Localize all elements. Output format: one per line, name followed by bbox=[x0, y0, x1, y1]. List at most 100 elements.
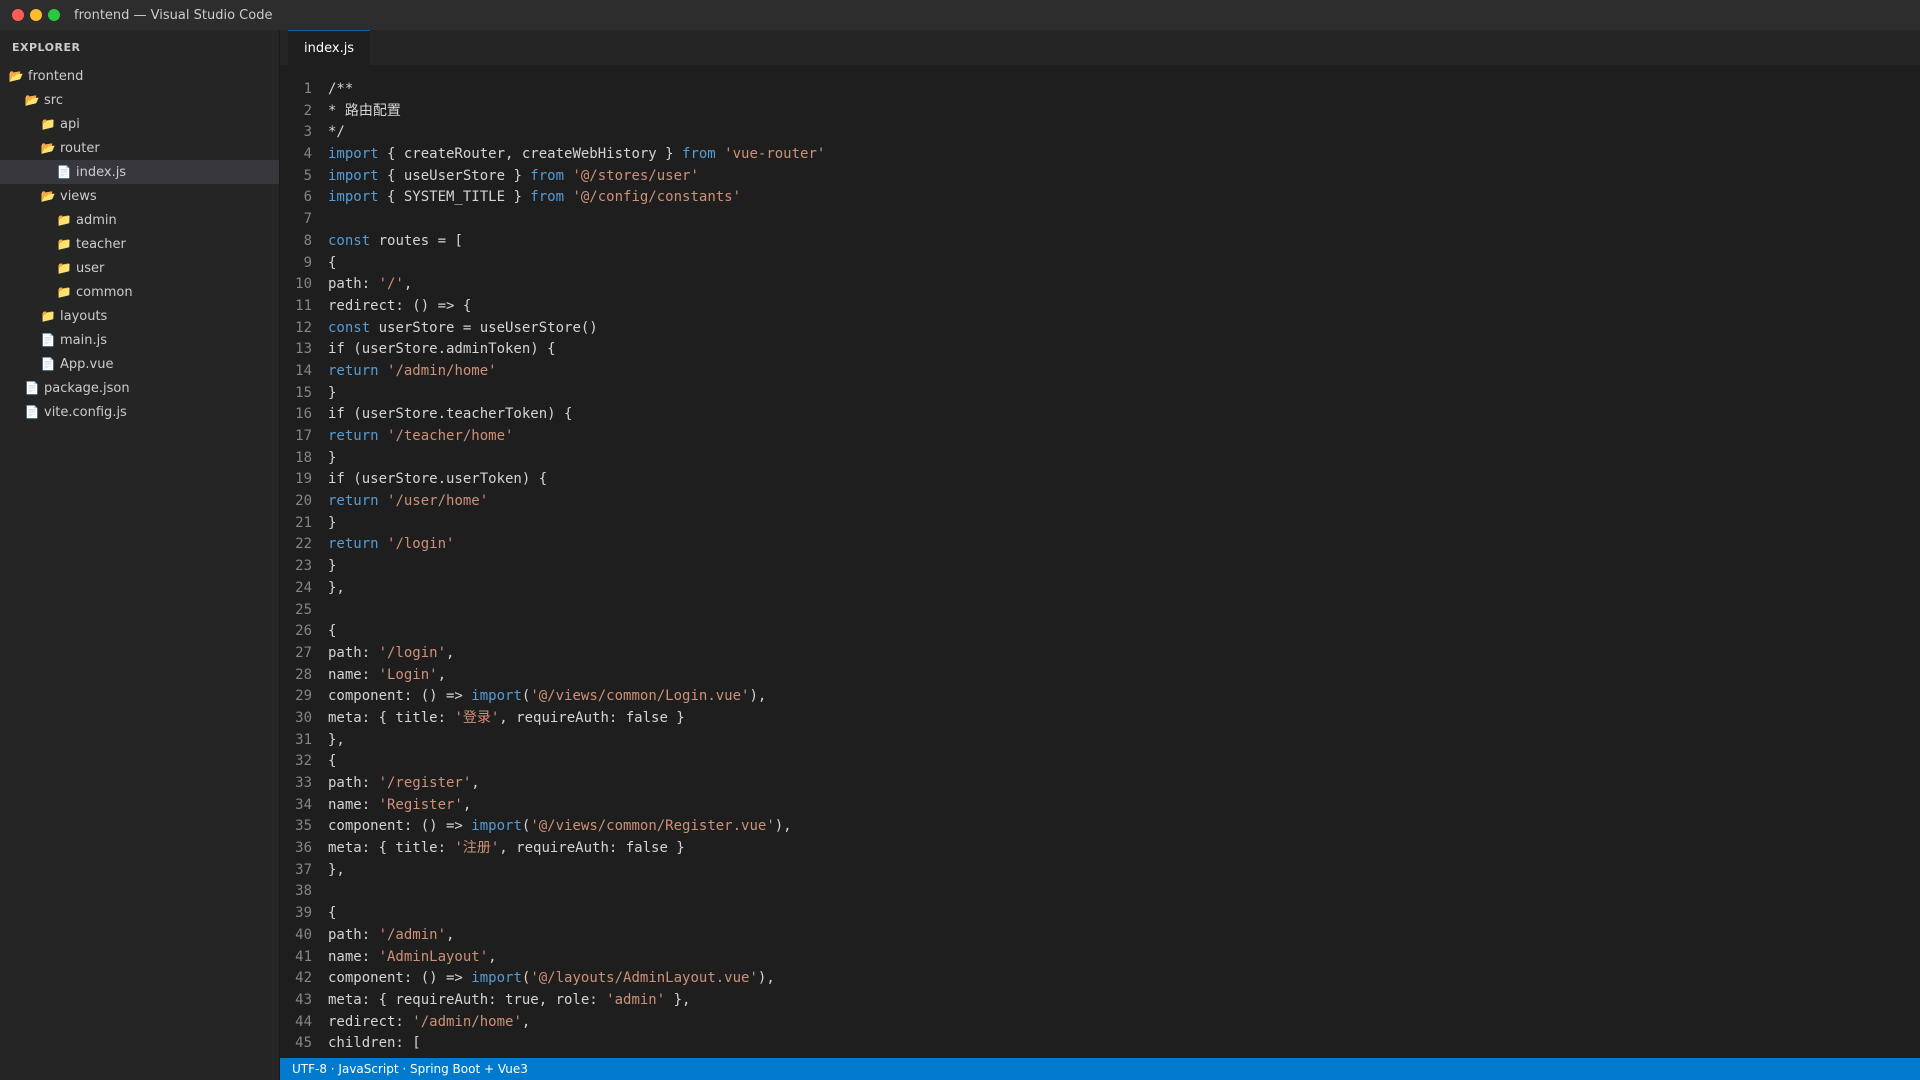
code-token: } bbox=[328, 449, 337, 466]
code-token: { bbox=[328, 753, 337, 770]
code-token: redirect: bbox=[328, 1013, 413, 1030]
title-bar: frontend — Visual Studio Code bbox=[0, 0, 1920, 30]
code-line: 45 children: [ bbox=[280, 1033, 1920, 1055]
line-number: 12 bbox=[295, 319, 312, 336]
line-code: component: () => import('@/layouts/Admin… bbox=[328, 968, 775, 990]
code-token: , bbox=[446, 644, 455, 661]
code-token: children: [ bbox=[328, 1035, 421, 1052]
tree-item-main-js[interactable]: 📄 main.js bbox=[0, 328, 279, 352]
tree-item-router[interactable]: 📂 router bbox=[0, 136, 279, 160]
code-line: 33 path: '/register', bbox=[280, 773, 1920, 795]
line-number: 26 bbox=[295, 623, 312, 640]
code-token: , bbox=[488, 948, 497, 965]
code-token: { bbox=[328, 623, 337, 640]
line-number: 33 bbox=[295, 775, 312, 791]
string-token: 'vue-router' bbox=[724, 146, 826, 163]
maximize-window-button[interactable] bbox=[48, 9, 60, 21]
code-line: 44 redirect: '/admin/home', bbox=[280, 1012, 1920, 1034]
line-number: 40 bbox=[295, 926, 312, 943]
keyword-token: const bbox=[328, 319, 371, 336]
code-token: { createRouter, createWebHistory } bbox=[378, 146, 683, 163]
code-editor[interactable]: 1 /** 2 * 路由配置 3 */ 4 import { createRouter, cr… bbox=[280, 65, 1920, 1058]
code-token: userStore = useUserStore() bbox=[370, 319, 598, 336]
keyword-token: import bbox=[471, 818, 522, 835]
code-token: , bbox=[462, 796, 472, 813]
tree-item-teacher[interactable]: 📁 teacher bbox=[0, 232, 279, 256]
code-token: { bbox=[328, 905, 337, 922]
line-number: 34 bbox=[295, 796, 312, 813]
code-line: 42 component: () => import('@/layouts/Adm… bbox=[280, 968, 1920, 990]
line-number: 32 bbox=[295, 753, 312, 770]
tree-item-index-js[interactable]: 📄 index.js bbox=[0, 160, 279, 184]
string-token: '/' bbox=[378, 276, 404, 293]
line-number: 43 bbox=[295, 991, 312, 1008]
code-line: 9{ bbox=[280, 253, 1920, 275]
string-token: 'AdminLayout' bbox=[378, 948, 489, 965]
string-token: '@/stores/user' bbox=[572, 167, 699, 184]
tree-item-label: frontend bbox=[28, 68, 84, 84]
tree-item-admin[interactable]: 📁 admin bbox=[0, 208, 279, 232]
tree-item-label: views bbox=[60, 188, 97, 204]
string-token: '/register' bbox=[378, 775, 472, 791]
line-number: 19 bbox=[295, 471, 312, 488]
line-code: if (userStore.teacherToken) { bbox=[328, 404, 572, 426]
string-token: 'Login' bbox=[378, 666, 438, 683]
code-token: path: bbox=[328, 775, 379, 791]
tree-item-app-vue[interactable]: 📄 App.vue bbox=[0, 352, 279, 376]
tab-index-js[interactable]: index.js bbox=[288, 30, 371, 65]
folder-icon: 📁 bbox=[40, 309, 56, 323]
line-code: redirect: () => { bbox=[328, 296, 471, 318]
line-number: 10 bbox=[295, 276, 312, 293]
explorer-sidebar: EXPLORER 📂 frontend 📂 src 📁 api 📂 router 📄 index.… bbox=[0, 30, 280, 1080]
tree-item-user[interactable]: 📁 user bbox=[0, 256, 279, 280]
code-token: }, bbox=[328, 731, 345, 748]
code-token: ), bbox=[749, 688, 767, 705]
code-line: 30 meta: { title: '登录', requireAuth: fals… bbox=[280, 708, 1920, 730]
line-number: 13 bbox=[295, 341, 312, 358]
code-token: meta: { title: bbox=[328, 840, 455, 857]
tree-item-views[interactable]: 📂 views bbox=[0, 184, 279, 208]
code-line: 6 import { SYSTEM_TITLE } from '@/config/… bbox=[280, 187, 1920, 209]
tree-item-label: package.json bbox=[44, 380, 130, 396]
line-code: path: '/register', bbox=[328, 773, 480, 795]
code-token: if (userStore.userToken) { bbox=[328, 471, 548, 488]
tree-item-common[interactable]: 📁 common bbox=[0, 280, 279, 304]
line-code: { bbox=[328, 903, 336, 925]
tree-item-vite-config-js[interactable]: 📄 vite.config.js bbox=[0, 400, 279, 424]
line-code: } bbox=[328, 556, 336, 578]
line-code: return '/user/home' bbox=[328, 491, 488, 513]
code-token: name: bbox=[328, 666, 379, 683]
line-number: 23 bbox=[295, 558, 312, 575]
code-token: * 路由配置 bbox=[328, 102, 401, 119]
code-token: , bbox=[471, 775, 480, 791]
code-token: } bbox=[328, 384, 337, 401]
line-number: 41 bbox=[295, 948, 312, 965]
code-token: meta: { requireAuth: true, role: bbox=[328, 991, 607, 1008]
tree-item-api[interactable]: 📁 api bbox=[0, 112, 279, 136]
line-code: name: 'Login', bbox=[328, 665, 446, 687]
keyword-token: return bbox=[328, 428, 379, 444]
tree-item-frontend[interactable]: 📂 frontend bbox=[0, 64, 279, 88]
string-token: '/admin' bbox=[378, 926, 447, 943]
code-line: 17 return '/teacher/home' bbox=[280, 426, 1920, 448]
line-number: 16 bbox=[295, 406, 312, 423]
tab-label: index.js bbox=[304, 40, 355, 56]
tree-item-layouts[interactable]: 📁 layouts bbox=[0, 304, 279, 328]
keyword-token: import bbox=[328, 189, 379, 206]
code-line: 36 meta: { title: '注册', requireAuth: fals… bbox=[280, 838, 1920, 860]
line-number: 44 bbox=[295, 1013, 312, 1030]
window-title: frontend — Visual Studio Code bbox=[74, 7, 273, 23]
tree-item-package-json[interactable]: 📄 package.json bbox=[0, 376, 279, 400]
string-token: '登录' bbox=[454, 709, 500, 726]
keyword-token: return bbox=[328, 493, 379, 510]
code-token: name: bbox=[328, 948, 379, 965]
close-window-button[interactable] bbox=[12, 9, 24, 21]
tree-item-src[interactable]: 📂 src bbox=[0, 88, 279, 112]
line-code: meta: { requireAuth: true, role: 'admin'… bbox=[328, 990, 690, 1012]
code-line: 37}, bbox=[280, 860, 1920, 882]
minimize-window-button[interactable] bbox=[30, 9, 42, 21]
keyword-token: from bbox=[530, 189, 565, 206]
line-code: { bbox=[328, 751, 336, 773]
line-code: redirect: '/admin/home', bbox=[328, 1012, 530, 1034]
